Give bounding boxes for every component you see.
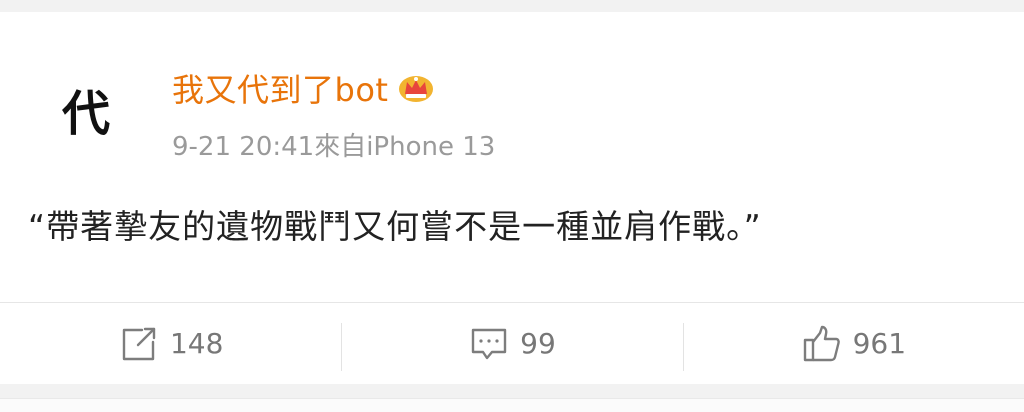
username[interactable]: 我又代到了bot xyxy=(172,65,388,111)
crown-badge-icon[interactable] xyxy=(398,73,434,103)
avatar[interactable]: 代 xyxy=(36,64,136,164)
post-content[interactable]: “帶著摯友的遺物戰鬥又何嘗不是一種並肩作戰。” xyxy=(28,200,988,248)
repost-count: 148 xyxy=(169,327,224,360)
author-row: 我又代到了bot xyxy=(172,66,434,110)
action-bar: 148 99 961 xyxy=(0,303,1024,384)
comment-icon xyxy=(468,323,510,365)
like-count: 961 xyxy=(852,327,907,360)
avatar-text: 代 xyxy=(61,86,110,142)
comment-count: 99 xyxy=(520,327,556,360)
repost-button[interactable]: 148 xyxy=(0,303,341,384)
post-meta: 9-21 20:41來自iPhone 13 xyxy=(172,132,496,162)
thumbs-up-icon xyxy=(801,323,843,365)
comment-button[interactable]: 99 xyxy=(341,303,682,384)
like-button[interactable]: 961 xyxy=(682,303,1024,384)
bottom-bar xyxy=(0,398,1024,412)
post-card: 代 我又代到了bot 9-21 20:41來自iPhone 13 “帶著摯友的遺… xyxy=(0,12,1024,384)
share-icon xyxy=(118,323,160,365)
